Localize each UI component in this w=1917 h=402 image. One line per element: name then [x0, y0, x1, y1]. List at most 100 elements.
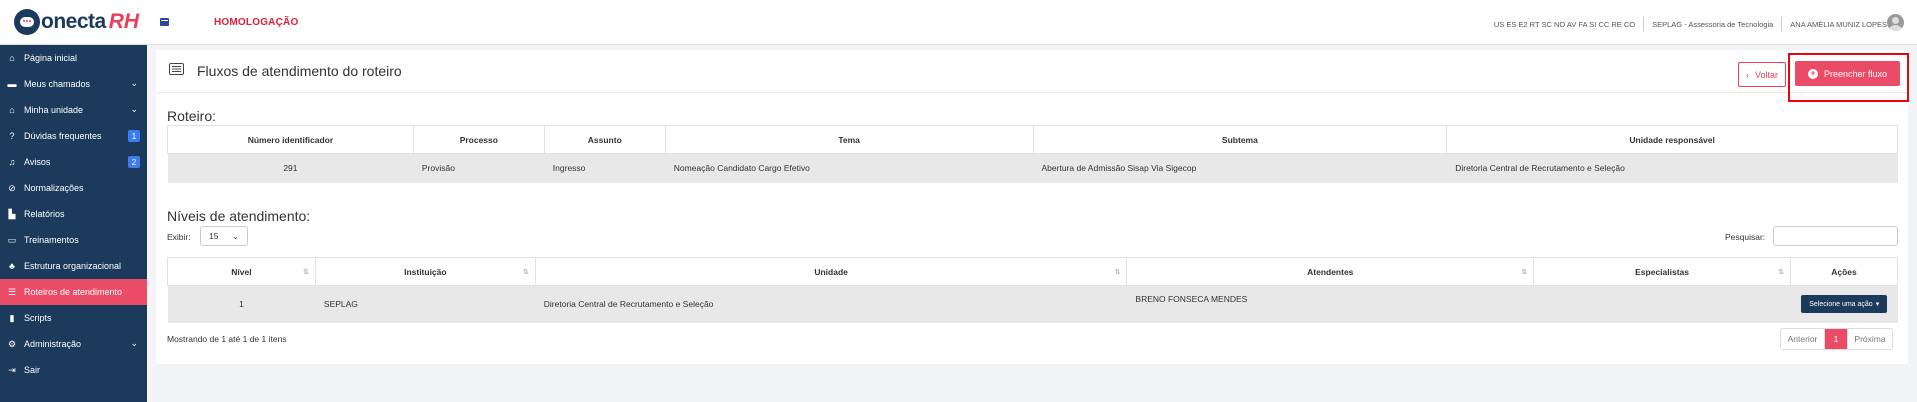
sidebar-item-relatorios[interactable]: ▙ Relatórios — [0, 201, 147, 227]
sidebar-item-meus-chamados[interactable]: ▬ Meus chamados ⌄ — [0, 71, 147, 97]
question-icon: ? — [9, 131, 15, 141]
chevron-down-icon: ⌄ — [130, 78, 138, 88]
show-entries-value: 15 — [209, 231, 219, 241]
table-cell: SEPLAG — [315, 285, 536, 323]
chart-icon: ▙ — [8, 208, 16, 219]
sidebar-item-sair[interactable]: ⇥ Sair — [0, 357, 147, 383]
sidebar-item-label: Página inicial — [24, 53, 78, 63]
sidebar-item-scripts[interactable]: ▮ Scripts — [0, 305, 147, 331]
sort-icon: ⇅ — [303, 269, 309, 276]
sidebar-item-roteiros-de-atendimento[interactable]: ☰ Roteiros de atendimento — [0, 279, 147, 305]
ticket-icon: ▬ — [7, 79, 17, 89]
divider — [156, 92, 1908, 93]
column-header-label: Atendentes — [1307, 266, 1354, 277]
sidebar-item-label: Dúvidas frequentes — [24, 131, 102, 141]
top-bar: onecta RH HOMOLOGAÇÃO US ES E2 RT SC NO … — [0, 0, 1917, 45]
table-cell: Diretoria Central de Recrutamento e Sele… — [1446, 153, 1898, 183]
main-card: Fluxos de atendimento do roteiro ‹ Volta… — [156, 50, 1908, 364]
sidebar-item-pagina-inicial[interactable]: ⌂ Página inicial — [0, 45, 147, 71]
bell-icon: ♫ — [8, 157, 16, 167]
sidebar-item-avisos[interactable]: ♫ Avisos 2 — [0, 149, 147, 175]
show-entries-select[interactable]: 15 ⌄ — [200, 226, 248, 246]
roteiro-section-title: Roteiro: — [167, 108, 217, 124]
table-cell: Nomeação Candidato Cargo Efetivo — [665, 153, 1033, 183]
column-header-instituicao[interactable]: Instituição ⇅ — [314, 257, 536, 286]
select-action-label: Selecione uma ação — [1809, 300, 1873, 308]
chevron-down-icon: ⌄ — [130, 338, 138, 348]
select-action-button[interactable]: Selecione uma ação ▾ — [1801, 295, 1888, 314]
niveis-table: Nível ⇅ Instituição ⇅ Unidade ⇅ Atendentes ⇅… — [167, 257, 1899, 323]
units-list[interactable]: US ES E2 RT SC NO AV FA SI CC RE CO — [1494, 20, 1635, 29]
column-header: Tema — [664, 125, 1034, 154]
sidebar-item-normalizacoes[interactable]: ⊘ Normalizações — [0, 175, 147, 201]
show-entries-label: Exibir: — [167, 232, 191, 242]
home-icon: ⌂ — [9, 105, 15, 115]
logout-icon: ⇥ — [8, 364, 16, 375]
next-page-button[interactable]: Próxima — [1847, 329, 1892, 349]
column-header-label: Nível — [231, 266, 252, 277]
chevron-left-icon: ‹ — [1745, 69, 1749, 80]
caret-down-icon: ▾ — [1875, 301, 1880, 309]
sort-icon: ⇅ — [522, 269, 529, 276]
sidebar-item-label: Scripts — [24, 313, 52, 323]
niveis-section-title: Níveis de atendimento: — [167, 208, 311, 224]
sidebar-item-label: Relatórios — [24, 209, 65, 219]
roteiro-table: Número identificador Processo Assunto Te… — [167, 125, 1898, 183]
user-name[interactable]: ANA AMÉLIA MUNIZ LOPES — [1790, 20, 1887, 29]
table-cell: Abertura de Admissão Sisap Via Sigecop — [1033, 153, 1447, 183]
count-badge: 2 — [128, 156, 140, 168]
column-header: Processo — [412, 125, 545, 154]
table-cell: 291 — [167, 153, 414, 183]
divider — [1781, 17, 1783, 31]
table-row: 291 Provisão Ingresso Nomeação Candidato… — [167, 153, 1898, 183]
table-cell: 1 — [167, 285, 316, 323]
pagination-info: Mostrando de 1 até 1 de 1 itens — [167, 334, 287, 344]
column-header-atendentes[interactable]: Atendentes ⇅ — [1126, 257, 1535, 286]
menu-toggle-icon[interactable] — [160, 18, 169, 26]
sidebar-item-estrutura-organizacional[interactable]: ♣ Estrutura organizacional — [0, 253, 147, 279]
sidebar-item-administracao[interactable]: ⚙ Administração ⌄ — [0, 331, 147, 357]
sidebar: ⌂ Página inicial ▬ Meus chamados ⌄ ⌂ Min… — [0, 45, 147, 402]
sort-icon: ⇅ — [1521, 269, 1528, 276]
sidebar-item-label: Administração — [24, 339, 82, 349]
sidebar-item-label: Estrutura organizacional — [24, 261, 122, 271]
chevron-down-icon: ⌄ — [130, 104, 138, 114]
list-alt-icon — [169, 63, 184, 75]
table-cell: BRENO FONSECA MENDES — [1126, 285, 1534, 323]
sidebar-item-minha-unidade[interactable]: ⌂ Minha unidade ⌄ — [0, 97, 147, 123]
pagination: Anterior 1 Próxima — [1780, 328, 1893, 350]
file-icon: ▮ — [9, 312, 15, 323]
sort-icon: ⇅ — [1778, 269, 1784, 276]
table-cell: Provisão — [413, 153, 545, 183]
org-label[interactable]: SEPLAG - Assessoria de Tecnologia — [1652, 20, 1773, 29]
table-cell: Ingresso — [544, 153, 666, 183]
previous-page-button[interactable]: Anterior — [1781, 329, 1825, 349]
column-header-nivel[interactable]: Nível ⇅ — [167, 257, 316, 286]
compass-icon: ⊘ — [8, 182, 16, 193]
highlight-box — [1788, 53, 1909, 102]
back-button[interactable]: ‹ Voltar — [1738, 62, 1786, 87]
column-header-unidade[interactable]: Unidade ⇅ — [534, 257, 1128, 286]
conecta-rh-logo[interactable]: onecta RH — [14, 9, 139, 35]
sidebar-item-treinamentos[interactable]: ▭ Treinamentos — [0, 227, 147, 253]
sidebar-item-label: Avisos — [24, 157, 51, 167]
sitemap-icon: ♣ — [9, 261, 15, 271]
logo-text-rh: RH — [108, 10, 140, 33]
top-right-info: US ES E2 RT SC NO AV FA SI CC RE CO SEPL… — [1494, 17, 1887, 31]
column-header: Unidade responsável — [1446, 125, 1898, 154]
training-icon: ▭ — [7, 234, 17, 245]
search-input[interactable] — [1773, 226, 1898, 246]
column-header-especialistas[interactable]: Especialistas ⇅ — [1533, 257, 1791, 286]
sidebar-item-label: Roteiros de atendimento — [24, 287, 123, 297]
column-header-acoes: Ações — [1789, 257, 1899, 286]
page-1-button[interactable]: 1 — [1825, 329, 1847, 349]
column-header-label: Especialistas — [1635, 266, 1689, 277]
user-avatar-icon[interactable] — [1887, 14, 1904, 31]
environment-label: HOMOLOGAÇÃO — [214, 17, 299, 28]
search-label: Pesquisar: — [1725, 232, 1766, 242]
sidebar-item-duvidas-frequentes[interactable]: ? Dúvidas frequentes 1 — [0, 123, 147, 149]
column-header-label: Unidade — [814, 266, 848, 277]
back-button-label: Voltar — [1754, 69, 1778, 80]
count-badge: 1 — [128, 130, 140, 142]
table-cell: Selecione uma ação ▾ — [1790, 285, 1898, 323]
